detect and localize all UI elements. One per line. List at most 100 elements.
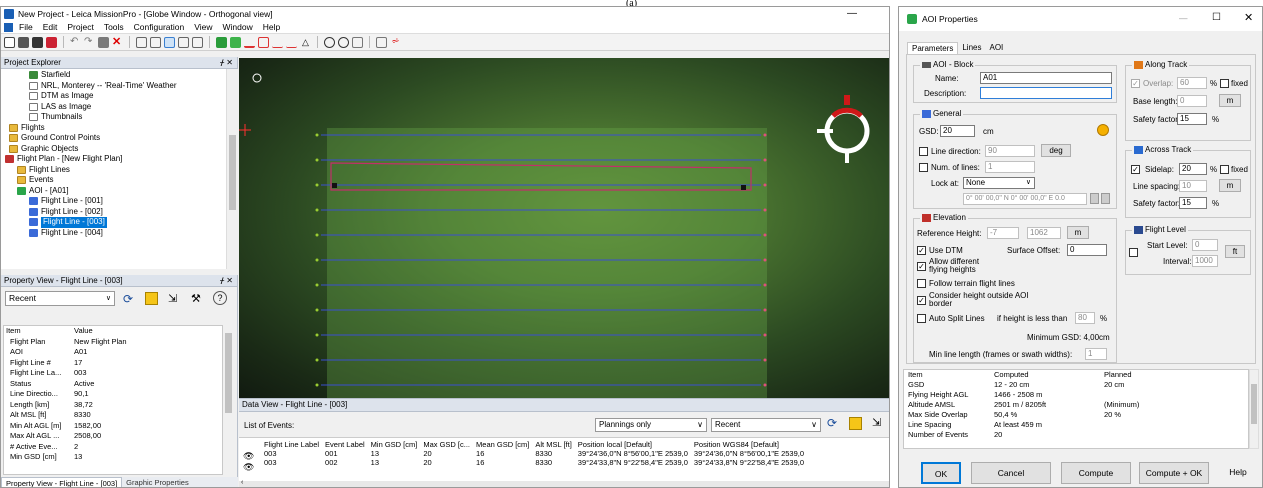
num-lines-checkbox[interactable] [919,163,928,172]
tree-item[interactable]: Events [1,175,226,186]
zoom-out-icon[interactable] [338,36,349,48]
system-menu-icon[interactable] [4,22,13,32]
auto-split-checkbox[interactable] [917,314,926,323]
line-spacing-unit-button[interactable]: m [1219,179,1241,192]
surface-offset-input[interactable]: 0 [1067,244,1107,256]
aoi-tool-icon[interactable] [230,36,241,48]
tree-item[interactable]: Flight Line - [004] [1,228,226,239]
tab-parameters[interactable]: Parameters [907,42,959,54]
zoom-in-icon[interactable] [324,36,335,48]
table-row[interactable]: 003 002 13 20 16 8330 39°24'33,8"N 9°22'58,4"E… [261,458,807,467]
property-row[interactable]: Flight Line # 17 [4,358,222,369]
tree-scrollbar[interactable] [226,69,238,269]
table-row[interactable]: 003 001 13 20 16 8330 39°24'36,0"N 8°56'00,1"E… [261,449,807,458]
export-icon[interactable]: ⇲ [872,416,881,429]
tool-a-icon[interactable] [136,36,147,48]
pin-close-icon[interactable]: ᚋ ✕ [220,57,233,69]
consider-height-checkbox[interactable]: ✓ [917,296,926,305]
property-row[interactable]: Alt MSL [ft] 8330 [4,410,222,421]
events-h-scrollbar[interactable]: ‹ [239,479,889,487]
tree-item[interactable]: Graphic Objects [1,144,226,155]
column-header[interactable]: Event Label [322,440,368,449]
tree-scroll-thumb[interactable] [229,135,236,210]
up-arrow-icon[interactable] [145,292,158,305]
property-row[interactable]: # Active Eve... 2 [4,442,222,453]
sidelap-checkbox[interactable]: ✓ [1131,165,1140,174]
property-row[interactable]: AOI A01 [4,347,222,358]
point-tool-icon[interactable] [286,37,297,48]
copy-coordinate-icon[interactable] [1101,193,1110,204]
eye-icon[interactable]: 👁 [243,462,254,473]
reference-height-unit-button[interactable]: m [1067,226,1089,239]
column-header[interactable]: Mean GSD [cm] [473,440,532,449]
tab-property-view[interactable]: Property View - Flight Line - [003] [1,477,123,487]
base-length-unit-button[interactable]: m [1219,94,1241,107]
computed-scrollbar[interactable] [1249,369,1259,449]
tool-d-icon[interactable] [192,36,203,48]
tree-item[interactable]: Thumbnails [1,112,226,123]
min-line-length-input[interactable]: 1 [1085,348,1107,360]
computed-scroll-thumb[interactable] [1251,384,1257,424]
compute-button[interactable]: Compute [1061,462,1131,484]
menu-view[interactable]: View [194,22,212,32]
tool-c-icon[interactable] [178,36,189,48]
tools-icon[interactable]: ⚒ [191,292,201,305]
property-row[interactable]: Min GSD [cm] 13 [4,452,222,463]
property-row[interactable]: Min Alt AGL [m] 1582,00 [4,421,222,432]
name-input[interactable]: A01 [980,72,1112,84]
compass-icon[interactable] [817,95,870,163]
tree-item[interactable]: Flight Line - [003] [1,217,226,228]
properties-icon[interactable] [98,36,109,48]
column-header[interactable]: Min GSD [cm] [368,440,421,449]
num-lines-input[interactable]: 1 [985,161,1035,173]
eye-icon[interactable]: 👁 [243,451,254,462]
help-button[interactable]: Help [1217,462,1259,484]
computed-row[interactable]: Flying Height AGL 1466 - 2508 m [904,390,1248,400]
follow-terrain-checkbox[interactable] [917,279,926,288]
overlap-fixed-checkbox[interactable] [1220,79,1229,88]
property-view-dropdown[interactable]: Recent ∨ [5,291,115,306]
reference-height-min-input[interactable]: -7 [987,227,1019,239]
triangle-tool-icon[interactable]: △ [300,37,311,48]
property-row[interactable]: Line Directio... 90,1 [4,389,222,400]
property-row[interactable]: Max Alt AGL ... 2508,00 [4,431,222,442]
column-header[interactable]: Max GSD [c... [420,440,473,449]
sidelap-fixed-checkbox[interactable] [1220,165,1229,174]
line-spacing-input[interactable]: 10 [1179,180,1207,192]
tree-item[interactable]: Flight Line - [002] [1,207,226,218]
aoi-vertex-west[interactable] [332,183,337,188]
refresh-icon[interactable]: ⟳ [827,416,837,430]
flight-level-unit-button[interactable]: ft [1225,245,1245,258]
across-safety-input[interactable]: 15 [1179,197,1207,209]
tab-aoi[interactable]: AOI [985,42,1007,54]
overlap-checkbox[interactable]: ✓ [1131,79,1140,88]
up-arrow-icon[interactable] [849,417,862,430]
menu-configuration[interactable]: Configuration [134,22,185,32]
maximize-icon[interactable]: ☐ [1212,12,1221,23]
reference-height-max-input[interactable]: 1062 [1027,227,1061,239]
gsd-indicator-icon[interactable] [1097,124,1109,136]
tree-item[interactable]: Flight Lines [1,165,226,176]
pick-point-icon[interactable] [1090,193,1099,204]
tree-item[interactable]: LAS as Image [1,102,226,113]
pan-icon[interactable] [352,36,363,48]
save-all-icon[interactable] [46,36,57,48]
menu-tools[interactable]: Tools [104,22,124,32]
tree-item[interactable]: Ground Control Points [1,133,226,144]
menu-window[interactable]: Window [223,22,253,32]
menu-file[interactable]: File [19,22,33,32]
tree-item[interactable]: AOI - [A01] [1,186,226,197]
tree-item[interactable]: Flight Plan - [New Flight Plan] [1,154,226,165]
column-header[interactable]: Flight Line Label [261,440,322,449]
allow-different-heights-checkbox[interactable]: ✓ [917,262,926,271]
base-length-input[interactable]: 0 [1177,95,1207,107]
recent-dropdown[interactable]: Recent ∨ [711,418,821,432]
column-header[interactable]: Position local [Default] [575,440,691,449]
select-pointer-icon[interactable] [164,36,175,48]
property-row[interactable]: Status Active [4,379,222,390]
help-icon[interactable]: ? [213,291,227,305]
close-icon[interactable]: ✕ [1244,11,1253,24]
computed-row[interactable]: Max Side Overlap 50,4 % 20 % [904,410,1248,420]
polygon-tool-icon[interactable] [258,36,269,48]
tree-item[interactable]: NRL, Monterey -- 'Real-Time' Weather [1,81,226,92]
